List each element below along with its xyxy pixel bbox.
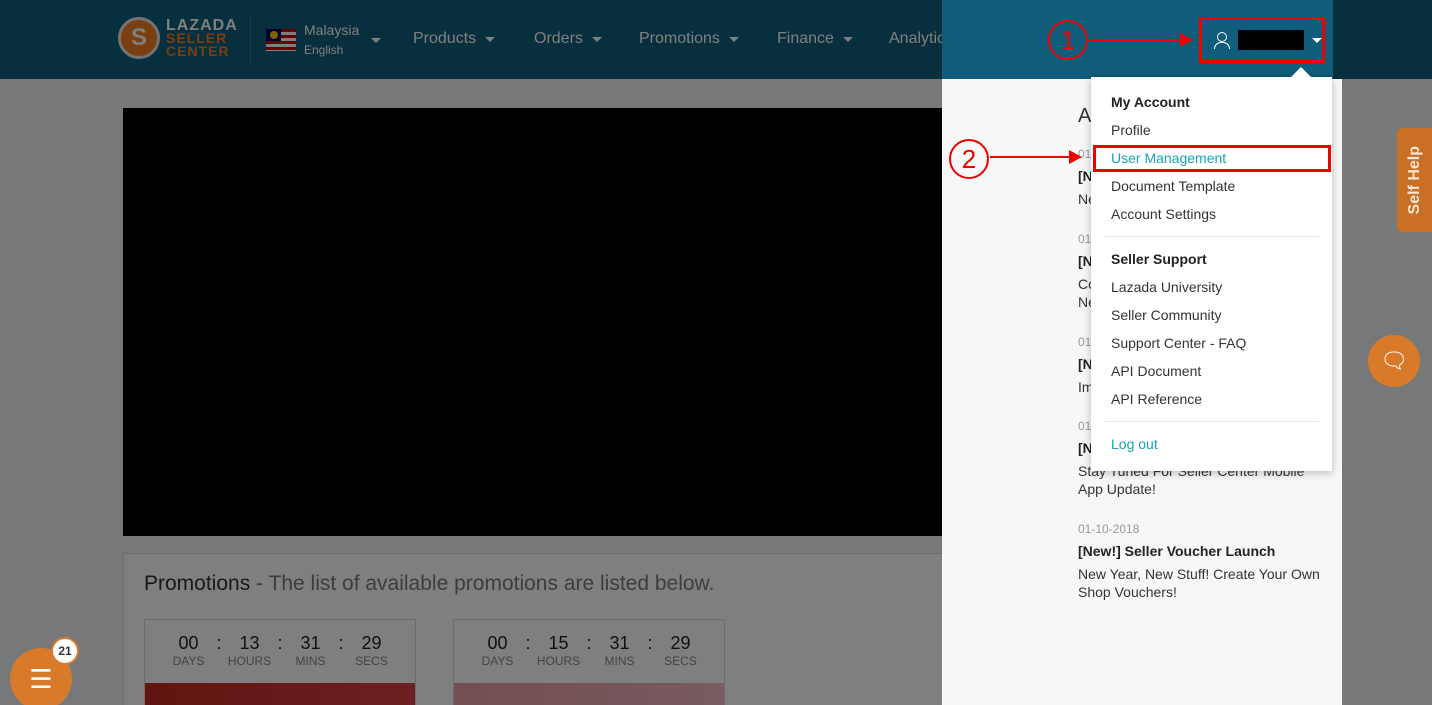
menu-divider (1105, 421, 1319, 422)
menu-item-document-template[interactable]: Document Template (1111, 172, 1235, 200)
self-help-tab[interactable]: Self Help (1397, 128, 1432, 232)
user-icon (1212, 31, 1230, 49)
menu-item-api-document[interactable]: API Document (1111, 357, 1201, 385)
announcements-title: A (1078, 105, 1092, 127)
menu-item-profile[interactable]: Profile (1111, 116, 1151, 144)
annotation-arrow-right-icon (990, 150, 1082, 164)
menu-divider (1105, 236, 1319, 237)
menu-heading-seller-support: Seller Support (1111, 251, 1207, 267)
annotation-step-1: 1 (1048, 20, 1088, 60)
announcement-item[interactable]: 01-10-2018 [New!] Seller Voucher Launch … (1078, 522, 1326, 601)
chat-bubble-icon: 🗨 (1380, 348, 1408, 373)
user-account-dropdown: My Account Profile User Management Docum… (1091, 67, 1332, 471)
menu-item-api-reference[interactable]: API Reference (1111, 385, 1202, 413)
annotation-highlight-box (1093, 145, 1331, 172)
annotation-arrow-right-icon (1089, 33, 1193, 47)
menu-item-lazada-university[interactable]: Lazada University (1111, 273, 1222, 301)
menu-heading-my-account: My Account (1111, 94, 1190, 110)
menu-item-seller-community[interactable]: Seller Community (1111, 301, 1221, 329)
task-count-badge: 21 (51, 637, 79, 665)
annotation-step-2: 2 (949, 139, 989, 179)
chevron-down-icon (1312, 37, 1322, 43)
user-name-redacted (1238, 30, 1304, 50)
user-account-button[interactable] (1199, 17, 1325, 63)
menu-item-account-settings[interactable]: Account Settings (1111, 200, 1216, 228)
menu-item-log-out[interactable]: Log out (1111, 430, 1158, 458)
clipboard-icon: ☰ (29, 663, 53, 694)
menu-item-support-center-faq[interactable]: Support Center - FAQ (1111, 329, 1246, 357)
chat-button[interactable]: 🗨 (1368, 335, 1420, 387)
